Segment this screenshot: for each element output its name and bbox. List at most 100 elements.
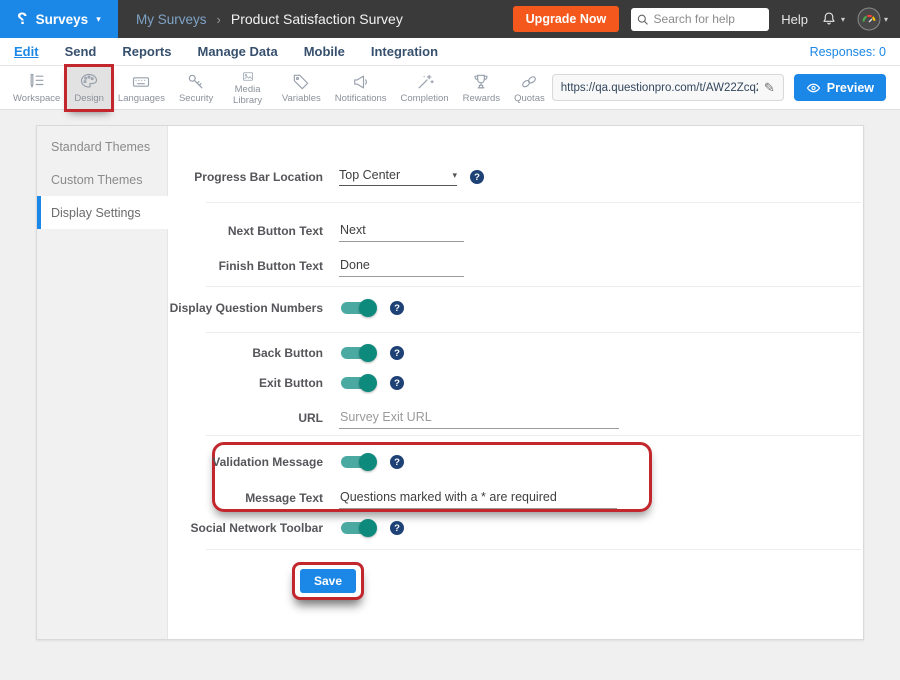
toolbar-quotas[interactable]: Quotas — [507, 67, 552, 109]
save-button[interactable]: Save — [300, 569, 356, 593]
social-network-toolbar-toggle[interactable] — [339, 518, 377, 538]
keyboard-icon — [131, 72, 151, 92]
avatar — [857, 7, 881, 31]
breadcrumb-parent[interactable]: My Surveys — [136, 12, 207, 27]
next-button-text-input[interactable] — [339, 221, 464, 242]
preview-button[interactable]: Preview — [794, 74, 886, 101]
progress-bar-location-row: Progress Bar Location Top Center ▾ ? — [168, 165, 484, 189]
help-icon[interactable]: ? — [390, 455, 404, 469]
progress-bar-location-select[interactable]: Top Center ▾ — [339, 168, 457, 186]
back-button-label: Back Button — [168, 346, 323, 360]
toolbar-rewards[interactable]: Rewards — [456, 67, 508, 109]
search-input[interactable] — [654, 12, 764, 26]
validation-message-label: Validation Message — [168, 455, 323, 469]
help-search[interactable] — [631, 8, 769, 31]
social-network-toolbar-row: Social Network Toolbar ? — [168, 516, 404, 540]
back-button-toggle[interactable] — [339, 343, 377, 363]
exit-url-input[interactable] — [339, 408, 619, 429]
toolbar-media-library[interactable]: Media Library — [220, 67, 275, 109]
toolbar-variables[interactable]: Variables — [275, 67, 328, 109]
image-icon — [238, 70, 258, 83]
sidebar-item-standard-themes[interactable]: Standard Themes — [37, 130, 167, 163]
workspace-icon — [27, 72, 47, 92]
exit-button-row: Exit Button ? — [168, 371, 404, 395]
divider — [206, 332, 861, 333]
nav-send[interactable]: Send — [65, 44, 97, 59]
edit-url-icon[interactable]: ✎ — [764, 80, 775, 96]
toolbar-design[interactable]: Design — [67, 67, 111, 109]
survey-url-text: https://qa.questionpro.com/t/AW22Zcq2J — [561, 82, 758, 94]
page-title: Product Satisfaction Survey — [231, 11, 403, 27]
themes-sidebar: Standard Themes Custom Themes Display Se… — [37, 126, 168, 639]
survey-url-field[interactable]: https://qa.questionpro.com/t/AW22Zcq2J ✎ — [552, 74, 784, 101]
notifications-menu[interactable]: ▾ — [820, 10, 845, 28]
help-icon[interactable]: ? — [390, 301, 404, 315]
toolbar-security[interactable]: Security — [172, 67, 220, 109]
validation-message-toggle[interactable] — [339, 452, 377, 472]
help-icon[interactable]: ? — [390, 376, 404, 390]
search-icon — [637, 13, 648, 26]
nav-edit[interactable]: Edit — [14, 44, 39, 59]
exit-url-label: URL — [168, 411, 323, 425]
validation-message-row: Validation Message ? — [168, 450, 404, 474]
chevron-down-icon: ▾ — [841, 15, 845, 24]
chain-links-icon — [519, 72, 539, 92]
survey-nav: Edit Send Reports Manage Data Mobile Int… — [0, 38, 900, 66]
display-question-numbers-label: Display Question Numbers — [168, 301, 323, 315]
chevron-down-icon: ▾ — [96, 14, 101, 25]
nav-integration[interactable]: Integration — [371, 44, 438, 59]
magic-wand-icon — [415, 72, 435, 92]
help-link[interactable]: Help — [781, 12, 808, 27]
product-switcher[interactable]: ? Surveys ▾ — [0, 0, 118, 38]
key-icon — [186, 72, 206, 92]
divider — [206, 202, 861, 203]
display-question-numbers-toggle[interactable] — [339, 298, 377, 318]
back-button-row: Back Button ? — [168, 341, 404, 365]
progress-bar-location-label: Progress Bar Location — [168, 170, 323, 184]
message-text-label: Message Text — [168, 491, 323, 505]
message-text-input[interactable] — [339, 488, 617, 509]
toolbar-workspace[interactable]: Workspace — [6, 67, 67, 109]
help-icon[interactable]: ? — [390, 521, 404, 535]
megaphone-icon — [351, 72, 371, 92]
finish-button-text-label: Finish Button Text — [168, 259, 323, 273]
nav-manage-data[interactable]: Manage Data — [197, 44, 277, 59]
display-settings-form: Progress Bar Location Top Center ▾ ? Nex… — [168, 126, 863, 639]
next-button-text-row: Next Button Text — [168, 219, 464, 243]
toolbar-languages[interactable]: Languages — [111, 67, 172, 109]
chevron-down-icon: ▾ — [884, 15, 888, 24]
product-menu-label: Surveys — [36, 12, 89, 27]
toolbar-completion[interactable]: Completion — [394, 67, 456, 109]
divider — [206, 435, 861, 436]
trophy-icon — [471, 72, 491, 92]
toolbar-notifications[interactable]: Notifications — [328, 67, 394, 109]
help-icon[interactable]: ? — [470, 170, 484, 184]
sidebar-item-display-settings[interactable]: Display Settings — [37, 196, 169, 229]
responses-count[interactable]: Responses: 0 — [810, 45, 886, 59]
display-question-numbers-row: Display Question Numbers ? — [168, 296, 404, 320]
divider — [206, 549, 861, 550]
finish-button-text-row: Finish Button Text — [168, 254, 464, 278]
tag-icon — [291, 72, 311, 92]
exit-url-row: URL — [168, 406, 619, 430]
account-menu[interactable]: ▾ — [857, 7, 888, 31]
design-toolbar: Workspace Design Languages Security Medi… — [0, 66, 900, 110]
nav-mobile[interactable]: Mobile — [304, 44, 345, 59]
social-network-toolbar-label: Social Network Toolbar — [168, 521, 323, 535]
exit-button-toggle[interactable] — [339, 373, 377, 393]
bell-icon — [820, 10, 838, 28]
next-button-text-label: Next Button Text — [168, 224, 323, 238]
chevron-down-icon: ▾ — [452, 170, 457, 181]
divider — [206, 286, 861, 287]
upgrade-now-button[interactable]: Upgrade Now — [513, 6, 620, 32]
finish-button-text-input[interactable] — [339, 256, 464, 277]
exit-button-label: Exit Button — [168, 376, 323, 390]
save-annotation-box: Save — [292, 562, 364, 600]
display-settings-panel: Standard Themes Custom Themes Display Se… — [36, 125, 864, 640]
questionpro-logo-icon: ? — [17, 9, 27, 29]
help-icon[interactable]: ? — [390, 346, 404, 360]
nav-reports[interactable]: Reports — [122, 44, 171, 59]
sidebar-item-custom-themes[interactable]: Custom Themes — [37, 163, 167, 196]
top-header: ? Surveys ▾ My Surveys › Product Satisfa… — [0, 0, 900, 38]
eye-icon — [806, 82, 821, 94]
